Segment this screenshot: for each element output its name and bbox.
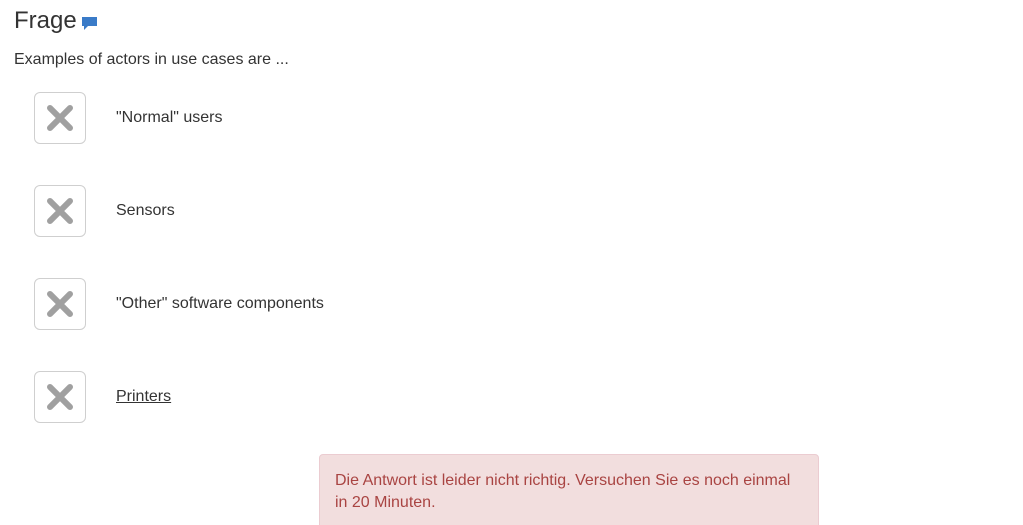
question-text: Examples of actors in use cases are ...	[14, 51, 289, 68]
answer-label: "Other" software components	[116, 295, 324, 312]
x-icon	[47, 105, 73, 131]
feedback-message: Die Antwort ist leider nicht richtig. Ve…	[335, 472, 791, 511]
x-icon	[47, 384, 73, 410]
answer-option: "Normal" users	[34, 92, 223, 144]
title-row: Frage	[14, 6, 98, 36]
x-icon	[47, 198, 73, 224]
answer-label: "Normal" users	[116, 109, 223, 126]
answer-toggle-button[interactable]	[34, 185, 86, 237]
chat-bubble-icon[interactable]	[81, 16, 98, 31]
answer-toggle-button[interactable]	[34, 278, 86, 330]
answer-option: "Other" software components	[34, 278, 324, 330]
answer-option: Sensors	[34, 185, 175, 237]
quiz-page: Frage Examples of actors in use cases ar…	[0, 0, 1023, 525]
page-title: Frage	[14, 7, 77, 34]
answer-option: Printers	[34, 371, 171, 423]
answer-toggle-button[interactable]	[34, 371, 86, 423]
answer-label: Sensors	[116, 202, 175, 219]
feedback-alert: Die Antwort ist leider nicht richtig. Ve…	[319, 454, 819, 525]
answer-label-link[interactable]: Printers	[116, 388, 171, 406]
answer-toggle-button[interactable]	[34, 92, 86, 144]
x-icon	[47, 291, 73, 317]
